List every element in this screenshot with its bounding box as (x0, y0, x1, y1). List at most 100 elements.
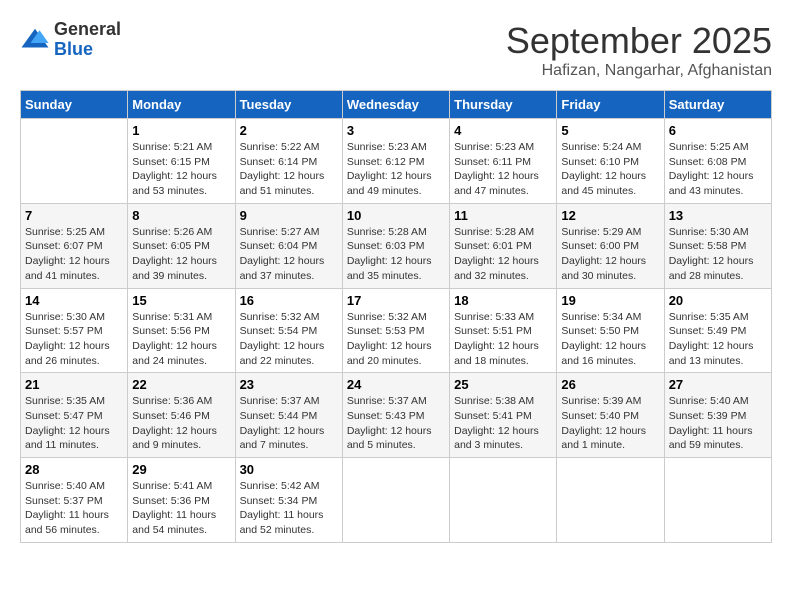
day-number: 10 (347, 208, 445, 223)
day-number: 5 (561, 123, 659, 138)
calendar-table: SundayMondayTuesdayWednesdayThursdayFrid… (20, 90, 772, 543)
calendar-cell: 9Sunrise: 5:27 AM Sunset: 6:04 PM Daylig… (235, 203, 342, 288)
calendar-cell: 28 Sunrise: 5:40 AM Sunset: 5:37 PM Dayli… (21, 458, 128, 543)
month-title: September 2025 (506, 20, 772, 62)
day-number: 3 (347, 123, 445, 138)
header-row: SundayMondayTuesdayWednesdayThursdayFrid… (21, 91, 772, 119)
calendar-cell: 1 Sunrise: 5:21 AM Sunset: 6:15 PM Daylig… (128, 119, 235, 204)
calendar-cell: 5 Sunrise: 5:24 AM Sunset: 6:10 PM Daylig… (557, 119, 664, 204)
day-info: Sunrise: 5:37 AM Sunset: 5:44 PM Dayligh… (240, 394, 338, 453)
day-number: 17 (347, 293, 445, 308)
day-number: 11 (454, 208, 552, 223)
day-info: Sunrise: 5:30 AM Sunset: 5:57 PM Dayligh… (25, 310, 123, 369)
calendar-cell: 23 Sunrise: 5:37 AM Sunset: 5:44 PM Dayli… (235, 373, 342, 458)
day-info: Sunrise: 5:34 AM Sunset: 5:50 PM Dayligh… (561, 310, 659, 369)
day-number: 8 (132, 208, 230, 223)
day-number: 24 (347, 377, 445, 392)
calendar-body: 1 Sunrise: 5:21 AM Sunset: 6:15 PM Daylig… (21, 119, 772, 543)
calendar-cell (450, 458, 557, 543)
calendar-cell: 12 Sunrise: 5:29 AM Sunset: 6:00 PM Dayli… (557, 203, 664, 288)
day-number: 7 (25, 208, 123, 223)
day-info: Sunrise: 5:25 AM Sunset: 6:08 PM Dayligh… (669, 140, 767, 199)
day-info: Sunrise: 5:37 AM Sunset: 5:43 PM Dayligh… (347, 394, 445, 453)
location: Hafizan, Nangarhar, Afghanistan (506, 62, 772, 80)
day-info: Sunrise: 5:30 AM Sunset: 5:58 PM Dayligh… (669, 225, 767, 284)
calendar-cell: 7 Sunrise: 5:25 AM Sunset: 6:07 PM Daylig… (21, 203, 128, 288)
calendar-week-row: 14Sunrise: 5:30 AM Sunset: 5:57 PM Dayli… (21, 288, 772, 373)
calendar-cell: 25 Sunrise: 5:38 AM Sunset: 5:41 PM Dayli… (450, 373, 557, 458)
day-info: Sunrise: 5:32 AM Sunset: 5:54 PM Dayligh… (240, 310, 338, 369)
day-of-week-header: Tuesday (235, 91, 342, 119)
calendar-cell (664, 458, 771, 543)
calendar-cell: 29 Sunrise: 5:41 AM Sunset: 5:36 PM Dayli… (128, 458, 235, 543)
day-of-week-header: Thursday (450, 91, 557, 119)
day-number: 25 (454, 377, 552, 392)
day-number: 9 (240, 208, 338, 223)
calendar-cell: 10 Sunrise: 5:28 AM Sunset: 6:03 PM Dayli… (342, 203, 449, 288)
calendar-cell: 13 Sunrise: 5:30 AM Sunset: 5:58 PM Dayli… (664, 203, 771, 288)
day-number: 1 (132, 123, 230, 138)
calendar-cell: 11 Sunrise: 5:28 AM Sunset: 6:01 PM Dayli… (450, 203, 557, 288)
calendar-cell (21, 119, 128, 204)
day-info: Sunrise: 5:21 AM Sunset: 6:15 PM Dayligh… (132, 140, 230, 199)
calendar-week-row: 7 Sunrise: 5:25 AM Sunset: 6:07 PM Daylig… (21, 203, 772, 288)
calendar-cell: 2Sunrise: 5:22 AM Sunset: 6:14 PM Daylig… (235, 119, 342, 204)
day-info: Sunrise: 5:23 AM Sunset: 6:12 PM Dayligh… (347, 140, 445, 199)
day-of-week-header: Saturday (664, 91, 771, 119)
day-of-week-header: Wednesday (342, 91, 449, 119)
day-info: Sunrise: 5:31 AM Sunset: 5:56 PM Dayligh… (132, 310, 230, 369)
day-number: 29 (132, 462, 230, 477)
day-number: 13 (669, 208, 767, 223)
calendar-cell: 20 Sunrise: 5:35 AM Sunset: 5:49 PM Dayli… (664, 288, 771, 373)
day-info: Sunrise: 5:40 AM Sunset: 5:39 PM Dayligh… (669, 394, 767, 453)
day-number: 27 (669, 377, 767, 392)
logo: General Blue (20, 20, 121, 60)
day-number: 26 (561, 377, 659, 392)
calendar-header: SundayMondayTuesdayWednesdayThursdayFrid… (21, 91, 772, 119)
day-info: Sunrise: 5:38 AM Sunset: 5:41 PM Dayligh… (454, 394, 552, 453)
day-info: Sunrise: 5:28 AM Sunset: 6:03 PM Dayligh… (347, 225, 445, 284)
calendar-cell: 30Sunrise: 5:42 AM Sunset: 5:34 PM Dayli… (235, 458, 342, 543)
calendar-week-row: 21Sunrise: 5:35 AM Sunset: 5:47 PM Dayli… (21, 373, 772, 458)
day-of-week-header: Sunday (21, 91, 128, 119)
day-number: 6 (669, 123, 767, 138)
day-of-week-header: Monday (128, 91, 235, 119)
day-info: Sunrise: 5:28 AM Sunset: 6:01 PM Dayligh… (454, 225, 552, 284)
calendar-cell: 3 Sunrise: 5:23 AM Sunset: 6:12 PM Daylig… (342, 119, 449, 204)
calendar-cell: 15 Sunrise: 5:31 AM Sunset: 5:56 PM Dayli… (128, 288, 235, 373)
calendar-cell: 17Sunrise: 5:32 AM Sunset: 5:53 PM Dayli… (342, 288, 449, 373)
day-number: 22 (132, 377, 230, 392)
calendar-cell: 22Sunrise: 5:36 AM Sunset: 5:46 PM Dayli… (128, 373, 235, 458)
logo-general: General (54, 20, 121, 40)
day-info: Sunrise: 5:26 AM Sunset: 6:05 PM Dayligh… (132, 225, 230, 284)
calendar-cell: 6 Sunrise: 5:25 AM Sunset: 6:08 PM Daylig… (664, 119, 771, 204)
calendar-cell: 8 Sunrise: 5:26 AM Sunset: 6:05 PM Daylig… (128, 203, 235, 288)
day-info: Sunrise: 5:41 AM Sunset: 5:36 PM Dayligh… (132, 479, 230, 538)
day-info: Sunrise: 5:35 AM Sunset: 5:49 PM Dayligh… (669, 310, 767, 369)
calendar-cell: 19Sunrise: 5:34 AM Sunset: 5:50 PM Dayli… (557, 288, 664, 373)
day-number: 28 (25, 462, 123, 477)
day-info: Sunrise: 5:35 AM Sunset: 5:47 PM Dayligh… (25, 394, 123, 453)
day-number: 20 (669, 293, 767, 308)
calendar-cell (342, 458, 449, 543)
day-info: Sunrise: 5:24 AM Sunset: 6:10 PM Dayligh… (561, 140, 659, 199)
day-number: 12 (561, 208, 659, 223)
page-header: General Blue September 2025 Hafizan, Nan… (20, 20, 772, 80)
day-info: Sunrise: 5:29 AM Sunset: 6:00 PM Dayligh… (561, 225, 659, 284)
day-info: Sunrise: 5:33 AM Sunset: 5:51 PM Dayligh… (454, 310, 552, 369)
day-number: 16 (240, 293, 338, 308)
calendar-cell: 21Sunrise: 5:35 AM Sunset: 5:47 PM Dayli… (21, 373, 128, 458)
calendar-cell: 4Sunrise: 5:23 AM Sunset: 6:11 PM Daylig… (450, 119, 557, 204)
day-info: Sunrise: 5:25 AM Sunset: 6:07 PM Dayligh… (25, 225, 123, 284)
day-info: Sunrise: 5:39 AM Sunset: 5:40 PM Dayligh… (561, 394, 659, 453)
day-number: 4 (454, 123, 552, 138)
calendar-cell: 16 Sunrise: 5:32 AM Sunset: 5:54 PM Dayli… (235, 288, 342, 373)
calendar-cell: 18Sunrise: 5:33 AM Sunset: 5:51 PM Dayli… (450, 288, 557, 373)
day-number: 23 (240, 377, 338, 392)
logo-icon (20, 25, 50, 55)
day-info: Sunrise: 5:40 AM Sunset: 5:37 PM Dayligh… (25, 479, 123, 538)
calendar-cell: 27 Sunrise: 5:40 AM Sunset: 5:39 PM Dayli… (664, 373, 771, 458)
day-number: 15 (132, 293, 230, 308)
day-info: Sunrise: 5:22 AM Sunset: 6:14 PM Dayligh… (240, 140, 338, 199)
calendar-cell: 24 Sunrise: 5:37 AM Sunset: 5:43 PM Dayli… (342, 373, 449, 458)
